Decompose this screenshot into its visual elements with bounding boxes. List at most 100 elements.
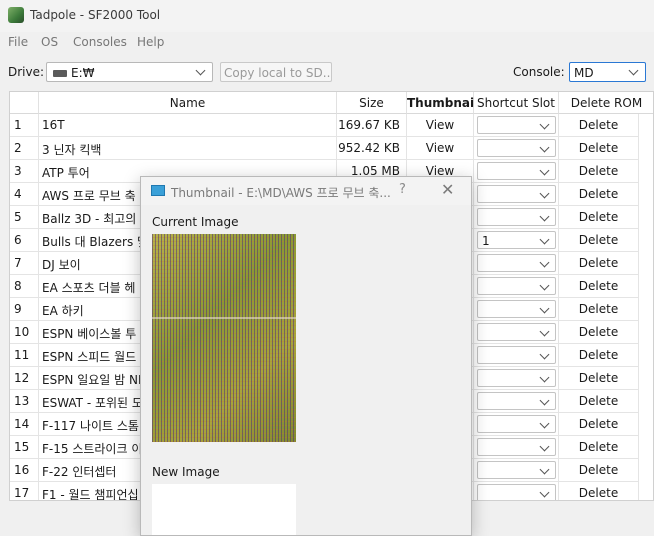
delete-rom-button[interactable]: Delete [559,436,639,459]
chevron-down-icon [539,188,550,199]
shortcut-slot-cell [474,252,559,275]
header-thumbnail[interactable]: Thumbnail [407,92,478,114]
shortcut-slot-select[interactable]: 1 [477,231,556,249]
rom-size: 952.42 KB [337,137,407,160]
row-number: 6 [10,229,39,252]
shortcut-slot-select[interactable] [477,162,556,180]
console-label: Console: [513,65,565,79]
thumbnail-dialog: Thumbnail - E:\MD\AWS 프로 무브 축... ? ✕ Cur… [140,176,472,536]
chevron-down-icon [539,441,550,452]
menu-bar: File OS Consoles Help [0,32,654,52]
shortcut-slot-select[interactable] [477,415,556,433]
menu-help[interactable]: Help [137,35,164,49]
view-thumbnail-button[interactable]: View [407,137,474,160]
row-number: 3 [10,160,39,183]
chevron-down-icon [539,257,550,268]
shortcut-slot-cell [474,436,559,459]
chevron-down-icon [539,418,550,429]
shortcut-slot-cell [474,206,559,229]
menu-file[interactable]: File [8,35,28,49]
shortcut-slot-select[interactable] [477,346,556,364]
header-corner [10,92,39,114]
drive-label: Drive: [8,65,45,79]
rom-name: 3 닌자 킥백 [39,137,337,160]
delete-rom-button[interactable]: Delete [559,390,639,413]
row-number: 10 [10,321,39,344]
shortcut-slot-select[interactable] [477,461,556,479]
delete-rom-button[interactable]: Delete [559,321,639,344]
menu-consoles[interactable]: Consoles [73,35,127,49]
delete-rom-button[interactable]: Delete [559,459,639,482]
shortcut-slot-select[interactable] [477,369,556,387]
table-row[interactable]: 1 16T 169.67 KB View Delete [10,114,653,137]
shortcut-slot-select[interactable] [477,484,556,500]
shortcut-slot-cell [474,114,559,137]
chevron-down-icon [539,395,550,406]
delete-rom-button[interactable]: Delete [559,298,639,321]
delete-rom-button[interactable]: Delete [559,413,639,436]
shortcut-slot-select[interactable] [477,277,556,295]
header-size[interactable]: Size [337,92,407,114]
header-name[interactable]: Name [39,92,337,114]
row-number: 11 [10,344,39,367]
shortcut-slot-select[interactable] [477,116,556,134]
shortcut-slot-cell [474,482,559,500]
shortcut-slot-select[interactable] [477,208,556,226]
chevron-down-icon [539,372,550,383]
delete-rom-button[interactable]: Delete [559,160,639,183]
shortcut-slot-cell [474,413,559,436]
shortcut-slot-select[interactable] [477,185,556,203]
new-image-dropzone[interactable] [152,484,296,535]
header-delete-rom[interactable]: Delete ROM [559,92,653,114]
row-number: 2 [10,137,39,160]
delete-rom-button[interactable]: Delete [559,275,639,298]
shortcut-slot-cell [474,298,559,321]
delete-rom-button[interactable]: Delete [559,252,639,275]
help-icon[interactable]: ? [399,182,406,197]
chevron-down-icon [539,326,550,337]
row-number: 14 [10,413,39,436]
shortcut-slot-cell [474,160,559,183]
delete-rom-button[interactable]: Delete [559,482,639,500]
table-row[interactable]: 23 닌자 킥백 952.42 KB View Delete [10,137,653,160]
delete-rom-button[interactable]: Delete [559,229,639,252]
header-shortcut-slot[interactable]: Shortcut Slot [474,92,559,114]
view-thumbnail-button[interactable]: View [407,114,474,137]
menu-os[interactable]: OS [41,35,58,49]
drive-select[interactable]: E:₩ [46,62,213,82]
shortcut-slot-select[interactable] [477,438,556,456]
row-number: 9 [10,298,39,321]
row-number: 4 [10,183,39,206]
close-icon[interactable]: ✕ [441,180,454,199]
drive-icon [53,70,67,77]
chevron-down-icon [539,234,550,245]
console-select[interactable]: MD [569,62,646,82]
current-image-label: Current Image [152,215,239,229]
shortcut-slot-select[interactable] [477,323,556,341]
chevron-down-icon [628,65,639,76]
shortcut-slot-cell [474,183,559,206]
shortcut-slot-select[interactable] [477,139,556,157]
shortcut-slot-select[interactable] [477,300,556,318]
shortcut-slot-select[interactable] [477,254,556,272]
copy-local-to-sd-button[interactable]: Copy local to SD... [220,62,332,82]
rom-size: 169.67 KB [337,114,407,137]
shortcut-slot-cell [474,137,559,160]
delete-rom-button[interactable]: Delete [559,367,639,390]
row-number: 16 [10,459,39,482]
row-number: 15 [10,436,39,459]
delete-rom-button[interactable]: Delete [559,183,639,206]
console-value: MD [574,66,594,80]
dialog-title-bar: Thumbnail - E:\MD\AWS 프로 무브 축... ? ✕ [141,177,471,205]
chevron-down-icon [539,464,550,475]
shortcut-slot-cell [474,390,559,413]
shortcut-slot-cell [474,275,559,298]
row-number: 1 [10,114,39,137]
delete-rom-button[interactable]: Delete [559,206,639,229]
delete-rom-button[interactable]: Delete [559,114,639,137]
delete-rom-button[interactable]: Delete [559,344,639,367]
shortcut-slot-select[interactable] [477,392,556,410]
row-number: 8 [10,275,39,298]
row-number: 7 [10,252,39,275]
delete-rom-button[interactable]: Delete [559,137,639,160]
